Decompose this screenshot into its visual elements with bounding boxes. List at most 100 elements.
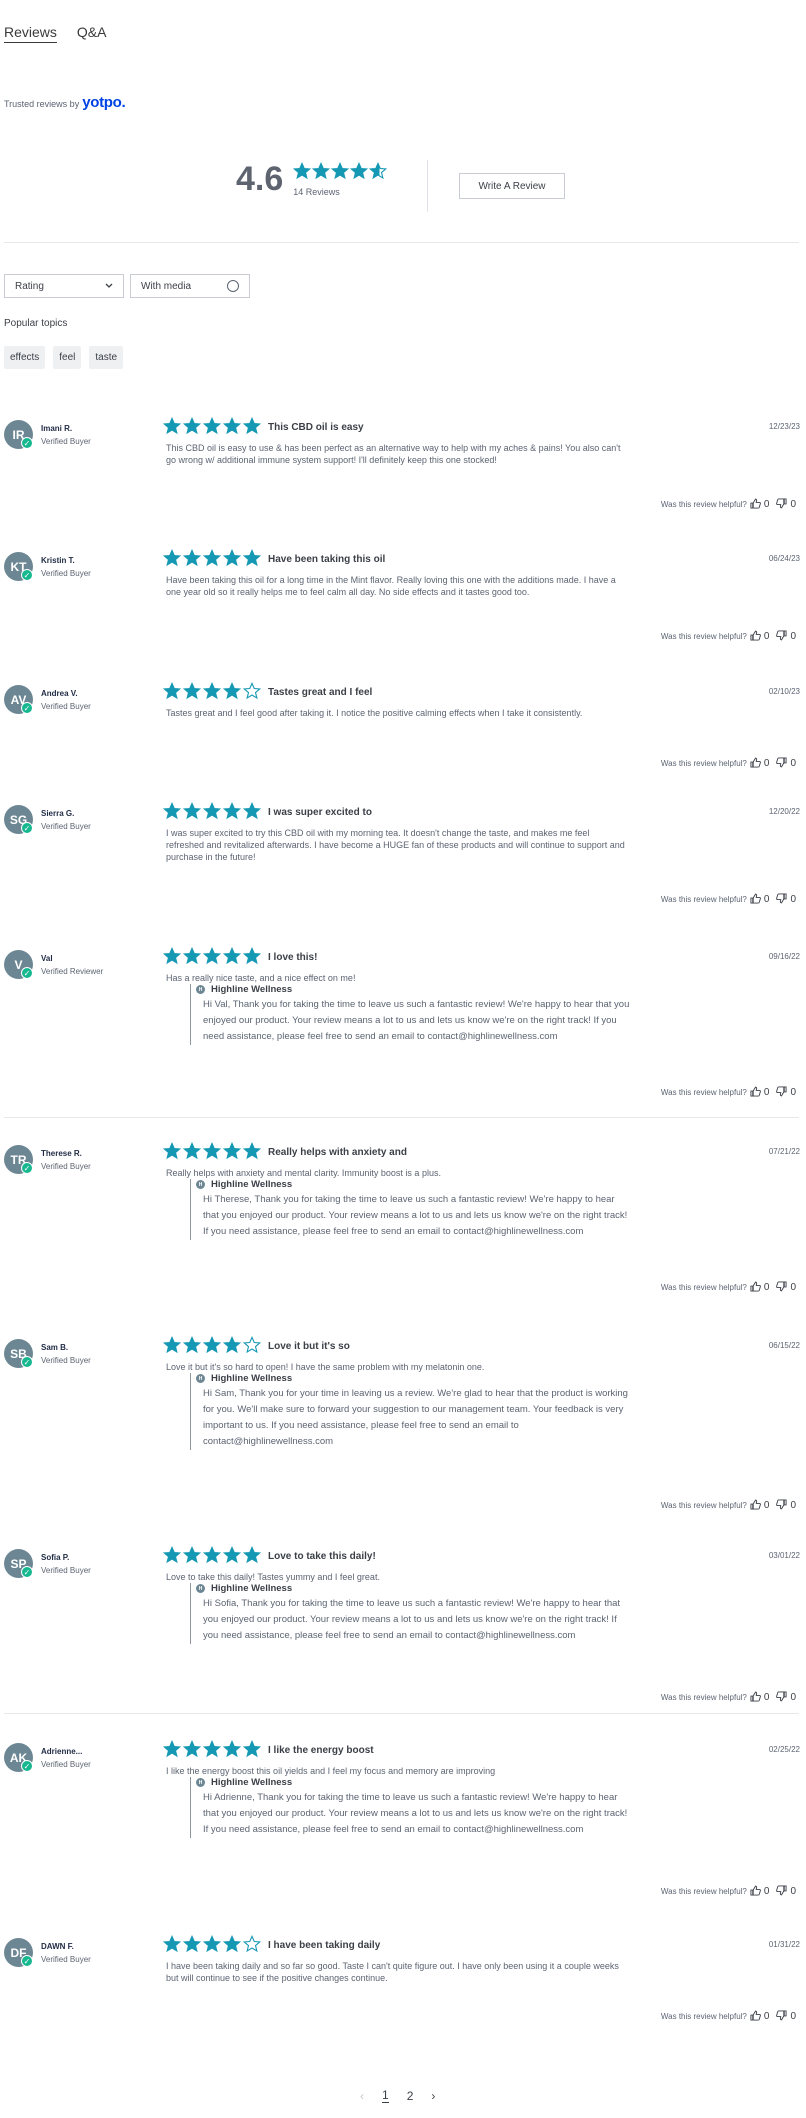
reviewer-name: Imani R. [41, 424, 73, 433]
summary-star-rating [293, 162, 388, 185]
star-full-icon [183, 1546, 201, 1569]
pagination: ‹ 1 2 › [360, 2088, 435, 2103]
thumbs-up-icon[interactable] [750, 757, 761, 770]
review-body: Tastes great and I feel good after takin… [166, 708, 583, 718]
popular-topics-label: Popular topics [4, 318, 68, 329]
thumbs-up-icon[interactable] [750, 630, 761, 643]
helpful-label: Was this review helpful? [660, 1088, 747, 1097]
yotpo-logo[interactable]: yotpo. [82, 94, 126, 111]
page-link[interactable]: 1 [382, 2088, 389, 2103]
verified-check-icon: ✓ [21, 967, 33, 979]
reply-author: Highline Wellness [211, 1373, 293, 1384]
helpful-label: Was this review helpful? [660, 500, 747, 509]
review-date: 01/31/22 [768, 1940, 800, 1949]
star-full-icon [203, 1740, 221, 1763]
topic-chip[interactable]: taste [89, 346, 124, 369]
review-count[interactable]: 14 Reviews [293, 187, 387, 197]
thumbs-down-icon[interactable] [776, 757, 787, 770]
review-tabs: Reviews Q&A [4, 24, 106, 43]
star-full-icon [163, 417, 181, 440]
review-title: I like the energy boost [268, 1745, 374, 1756]
thumbs-down-icon[interactable] [776, 630, 787, 643]
page-link[interactable]: 2 [407, 2089, 414, 2103]
star-full-icon [223, 947, 241, 970]
star-full-icon [183, 947, 201, 970]
store-logo-icon: H [196, 985, 205, 994]
store-reply: H Highline Wellness Hi Sam, Thank you for… [190, 1373, 630, 1450]
topic-chip[interactable]: effects [4, 346, 46, 369]
with-media-filter[interactable]: With media [130, 274, 250, 298]
write-review-button[interactable]: Write A Review [459, 173, 565, 199]
next-page-icon[interactable]: › [431, 2089, 435, 2103]
reviewer-badge: Verified Buyer [41, 1955, 91, 1964]
downvote-count: 0 [790, 1087, 796, 1098]
star-full-icon [223, 682, 241, 705]
thumbs-up-icon[interactable] [750, 498, 761, 511]
thumbs-down-icon[interactable] [776, 1499, 787, 1512]
reviewer-name: Andrea V. [41, 689, 78, 698]
reviewer-badge: Verified Reviewer [41, 967, 104, 976]
star-half-icon [369, 162, 388, 185]
thumbs-down-icon[interactable] [776, 1885, 787, 1898]
star-full-icon [203, 802, 221, 825]
thumbs-down-icon[interactable] [776, 1086, 787, 1099]
thumbs-up-icon[interactable] [750, 1691, 761, 1704]
star-full-icon [163, 549, 181, 572]
review-date: 03/01/22 [768, 1551, 800, 1560]
review-title: This CBD oil is easy [268, 422, 364, 433]
upvote-count: 0 [763, 631, 770, 642]
with-media-label: With media [141, 280, 192, 292]
helpful-label: Was this review helpful? [660, 759, 747, 768]
star-full-icon [243, 1740, 261, 1763]
thumbs-down-icon[interactable] [776, 2010, 787, 2023]
star-full-icon [183, 1740, 201, 1763]
reply-text: Hi Therese, Thank you for taking the tim… [203, 1194, 628, 1237]
star-full-icon [183, 417, 201, 440]
reviewer-name: Sofia P. [41, 1553, 70, 1562]
helpful-vote: Was this review helpful? 0 0 [661, 2010, 800, 2023]
thumbs-down-icon[interactable] [776, 1691, 787, 1704]
reply-text: Hi Sam, Thank you for your time in leavi… [203, 1388, 628, 1447]
thumbs-up-icon[interactable] [750, 1086, 761, 1099]
downvote-count: 0 [790, 1500, 796, 1511]
star-full-icon [203, 947, 221, 970]
verified-check-icon: ✓ [21, 569, 33, 581]
upvote-count: 0 [763, 1886, 770, 1897]
thumbs-up-icon[interactable] [750, 1885, 761, 1898]
topic-chip[interactable]: feel [53, 346, 82, 369]
thumbs-up-icon[interactable] [750, 1499, 761, 1512]
with-media-radio[interactable] [227, 280, 239, 292]
reviewer-name: DAWN F. [41, 1942, 74, 1951]
thumbs-down-icon[interactable] [776, 498, 787, 511]
star-full-icon [203, 682, 221, 705]
review-star-rating [163, 682, 261, 705]
tab-qa[interactable]: Q&A [77, 24, 107, 43]
thumbs-up-icon[interactable] [750, 2010, 761, 2023]
upvote-count: 0 [763, 1500, 770, 1511]
review-date: 12/20/22 [768, 807, 800, 816]
review-divider [4, 1117, 799, 1118]
helpful-vote: Was this review helpful? 0 0 [661, 498, 800, 511]
thumbs-up-icon[interactable] [750, 1281, 761, 1294]
review-body: I was super excited to try this CBD oil … [166, 828, 625, 862]
helpful-vote: Was this review helpful? 0 0 [661, 1281, 800, 1294]
review-date: 09/16/22 [768, 952, 800, 961]
tab-reviews[interactable]: Reviews [4, 24, 57, 43]
store-reply: H Highline Wellness Hi Therese, Thank you… [190, 1179, 630, 1240]
star-full-icon [223, 417, 241, 440]
verified-check-icon: ✓ [21, 822, 33, 834]
average-rating: 4.6 [236, 160, 284, 198]
prev-page-icon[interactable]: ‹ [360, 2089, 364, 2103]
reviewer-badge: Verified Buyer [41, 702, 91, 711]
thumbs-down-icon[interactable] [776, 1281, 787, 1294]
rating-filter-select[interactable]: Rating [4, 274, 124, 298]
star-full-icon [203, 1546, 221, 1569]
star-full-icon [163, 1935, 181, 1958]
reviewer-name: Kristin T. [41, 556, 75, 565]
downvote-count: 0 [790, 1692, 796, 1703]
thumbs-down-icon[interactable] [776, 893, 787, 906]
store-logo-icon: H [196, 1778, 205, 1787]
review-title: I have been taking daily [268, 1940, 381, 1951]
review-title: I was super excited to [268, 807, 372, 818]
thumbs-up-icon[interactable] [750, 893, 761, 906]
